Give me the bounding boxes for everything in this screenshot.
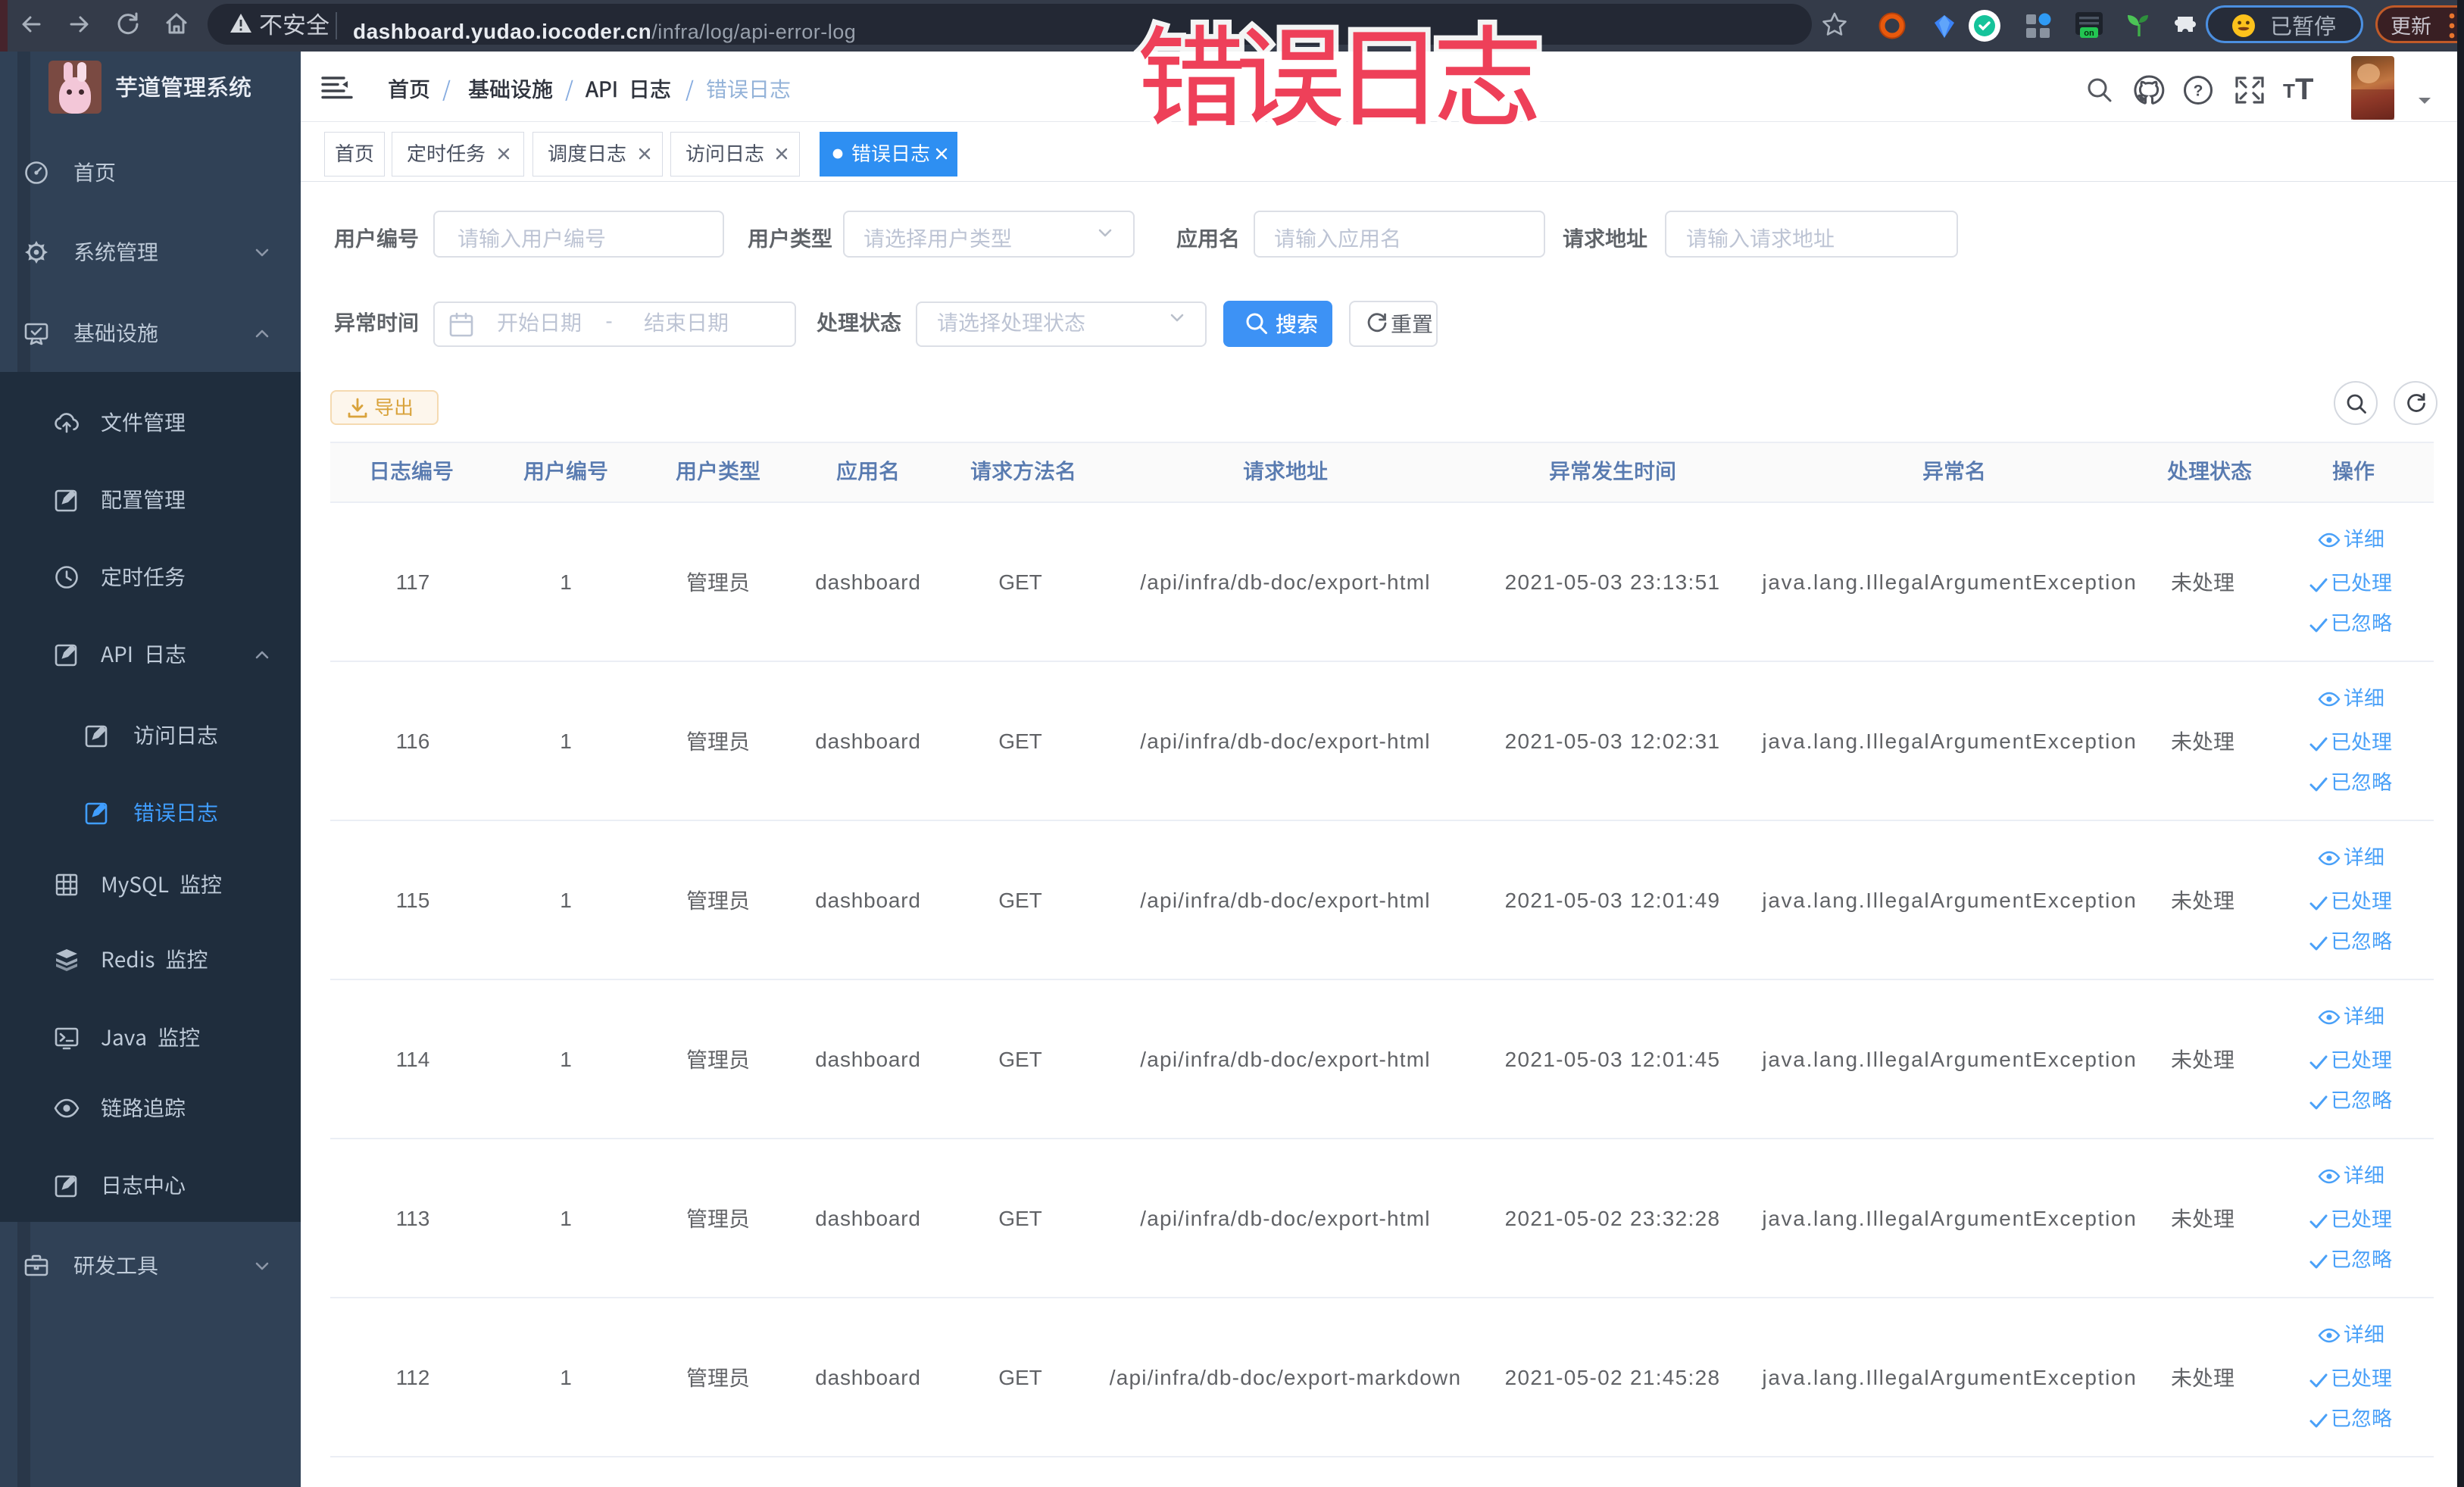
svg-text:on: on: [2084, 29, 2094, 38]
svg-text:?: ?: [2194, 83, 2203, 100]
